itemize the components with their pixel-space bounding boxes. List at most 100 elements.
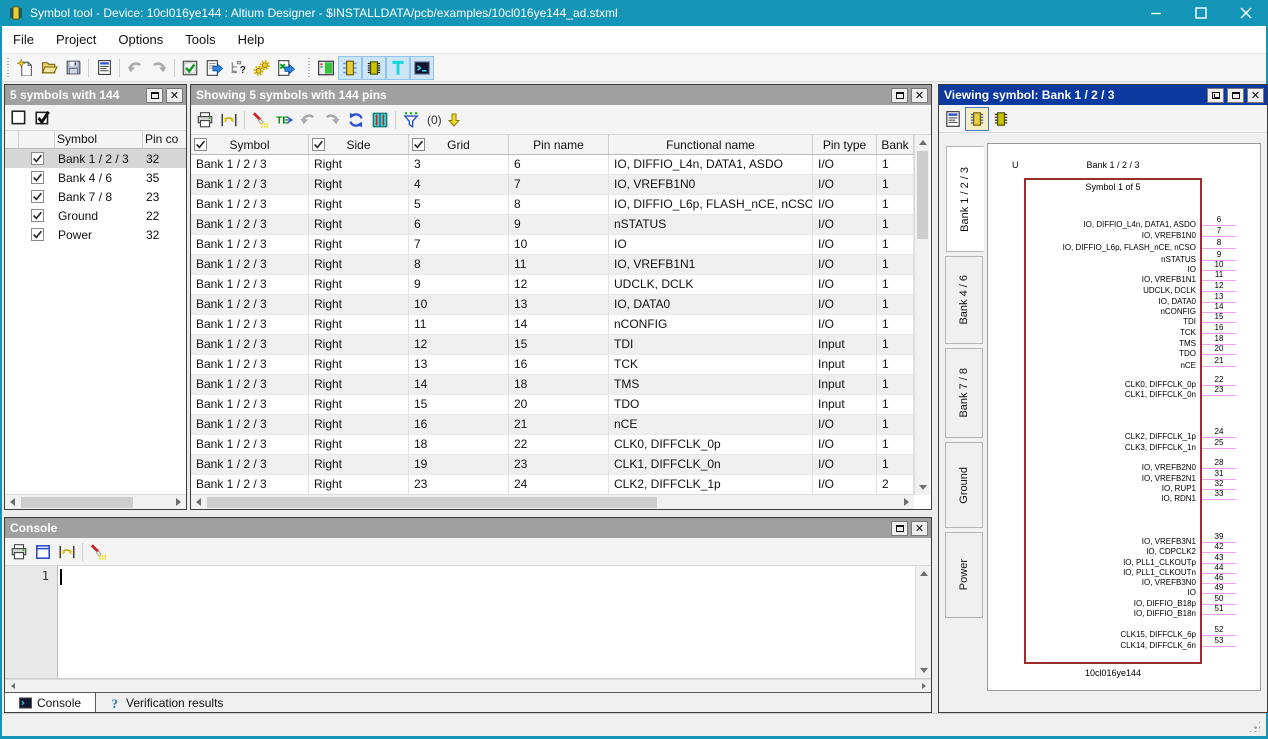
pin-row[interactable]: Bank 1 / 2 / 3Right1114nCONFIGI/O1 (191, 315, 914, 335)
pins-column-pin-type[interactable]: Pin type (813, 135, 877, 154)
viewer-tab-bank-4-6[interactable]: Bank 4 / 6 (945, 256, 983, 344)
menu-options[interactable]: Options (107, 28, 174, 51)
report-list-icon[interactable] (941, 107, 965, 131)
scroll-left-icon[interactable] (5, 680, 20, 692)
menu-file[interactable]: File (2, 28, 45, 51)
scrollbar-thumb[interactable] (917, 151, 928, 239)
maximize-panel-button[interactable] (1227, 88, 1244, 103)
viewer-tab-bank-7-8[interactable]: Bank 7 / 8 (945, 348, 983, 438)
apply-filter-icon[interactable] (446, 108, 462, 132)
maximize-panel-button[interactable] (146, 88, 163, 103)
pins-column-grid[interactable]: Grid (409, 135, 509, 154)
print-icon[interactable] (193, 108, 217, 132)
open-icon[interactable] (37, 56, 61, 80)
popout-panel-button[interactable] (1207, 88, 1224, 103)
menu-help[interactable]: Help (227, 28, 276, 51)
scroll-right-icon[interactable] (171, 495, 186, 510)
console-editor[interactable] (58, 566, 915, 678)
scrollbar-thumb[interactable] (21, 497, 133, 508)
hierarchy-help-icon[interactable]: ? (226, 56, 250, 80)
rearrange-icon[interactable] (368, 108, 392, 132)
pins-hscrollbar[interactable] (191, 494, 914, 509)
pins-column-bank[interactable]: Bank (877, 135, 914, 154)
chip-view-icon[interactable] (362, 56, 386, 80)
symbol-list-row[interactable]: Bank 7 / 823 (5, 187, 186, 206)
scroll-left-icon[interactable] (5, 495, 20, 510)
pins-column-functional-name[interactable]: Functional name (609, 135, 813, 154)
refresh-icon[interactable] (344, 108, 368, 132)
scroll-down-icon[interactable] (916, 663, 931, 678)
pin-row[interactable]: Bank 1 / 2 / 3Right69nSTATUSI/O1 (191, 215, 914, 235)
toolbar-grip[interactable] (5, 58, 10, 78)
pin-row[interactable]: Bank 1 / 2 / 3Right58IO, DIFFIO_L6p, FLA… (191, 195, 914, 215)
symbol-checkbox[interactable] (31, 209, 44, 222)
maximize-button[interactable] (1178, 0, 1223, 26)
symbol-list-row[interactable]: Bank 1 / 2 / 332 (5, 149, 186, 168)
viewer-tab-ground[interactable]: Ground (945, 442, 983, 528)
check-all-icon[interactable] (31, 106, 55, 130)
text-view-icon[interactable] (386, 56, 410, 80)
sweep-icon[interactable] (248, 108, 272, 132)
pin-row[interactable]: Bank 1 / 2 / 3Right1013IO, DATA0I/O1 (191, 295, 914, 315)
pin-row[interactable]: Bank 1 / 2 / 3Right912UDCLK, DCLKI/O1 (191, 275, 914, 295)
fit-columns-icon[interactable] (55, 540, 79, 564)
resize-grip[interactable] (1248, 720, 1260, 732)
pin-row[interactable]: Bank 1 / 2 / 3Right36IO, DIFFIO_L4n, DAT… (191, 155, 914, 175)
uncheck-all-icon[interactable] (7, 106, 31, 130)
minimize-button[interactable] (1133, 0, 1178, 26)
sweep-icon[interactable] (86, 540, 110, 564)
scroll-down-icon[interactable] (915, 480, 930, 495)
redo-icon[interactable] (320, 108, 344, 132)
symbols-column-symbol[interactable]: Symbol (55, 131, 143, 148)
view-chip-icon[interactable] (989, 107, 1013, 131)
close-panel-button[interactable]: ✕ (166, 88, 183, 103)
close-panel-button[interactable]: ✕ (911, 521, 928, 536)
pin-row[interactable]: Bank 1 / 2 / 3Right1621nCEI/O1 (191, 415, 914, 435)
menu-project[interactable]: Project (45, 28, 107, 51)
column-checkbox[interactable] (412, 138, 425, 151)
pin-row[interactable]: Bank 1 / 2 / 3Right1418TMSInput1 (191, 375, 914, 395)
pins-column-pin-name[interactable]: Pin name (509, 135, 609, 154)
export-icon[interactable] (202, 56, 226, 80)
menu-tools[interactable]: Tools (174, 28, 226, 51)
view-symbol-icon[interactable] (965, 107, 989, 131)
symbol-checkbox[interactable] (31, 190, 44, 203)
pin-row[interactable]: Bank 1 / 2 / 3Right1215TDIInput1 (191, 335, 914, 355)
symbol-list-row[interactable]: Ground22 (5, 206, 186, 225)
verify-icon[interactable] (178, 56, 202, 80)
close-button[interactable] (1223, 0, 1268, 26)
fit-columns-icon[interactable] (217, 108, 241, 132)
console-hscrollbar[interactable] (5, 679, 931, 692)
pin-row[interactable]: Bank 1 / 2 / 3Right47IO, VREFB1N0I/O1 (191, 175, 914, 195)
pin-row[interactable]: Bank 1 / 2 / 3Right1822CLK0, DIFFCLK_0pI… (191, 435, 914, 455)
tab-console[interactable]: Console (4, 693, 96, 712)
panels-icon[interactable] (314, 56, 338, 80)
column-checkbox[interactable] (312, 138, 325, 151)
pins-column-side[interactable]: Side (309, 135, 409, 154)
close-panel-button[interactable]: ✕ (911, 88, 928, 103)
tab-verification-results[interactable]: ?Verification results (96, 693, 237, 712)
undo-icon[interactable] (296, 108, 320, 132)
symbol-tool-icon[interactable] (338, 56, 362, 80)
console-vscrollbar[interactable] (915, 566, 931, 678)
scrollbar-thumb[interactable] (207, 497, 657, 508)
pin-row[interactable]: Bank 1 / 2 / 3Right1520TDOInput1 (191, 395, 914, 415)
symbols-hscrollbar[interactable] (5, 494, 186, 509)
pin-row[interactable]: Bank 1 / 2 / 3Right1316TCKInput1 (191, 355, 914, 375)
symbol-checkbox[interactable] (31, 171, 44, 184)
pins-vscrollbar[interactable] (914, 135, 930, 495)
scroll-up-icon[interactable] (915, 135, 930, 150)
pin-row[interactable]: Bank 1 / 2 / 3Right811IO, VREFB1N1I/O1 (191, 255, 914, 275)
console-view-icon[interactable] (410, 56, 434, 80)
new-document-icon[interactable] (13, 56, 37, 80)
report-icon[interactable] (92, 56, 116, 80)
redo-icon[interactable] (147, 56, 171, 80)
symbol-checkbox[interactable] (31, 228, 44, 241)
symbol-list-row[interactable]: Bank 4 / 635 (5, 168, 186, 187)
save-icon[interactable] (61, 56, 85, 80)
pins-column-symbol[interactable]: Symbol (191, 135, 309, 154)
symbols-column-pincount[interactable]: Pin co (143, 131, 186, 148)
column-checkbox[interactable] (194, 138, 207, 151)
settings-gears-icon[interactable] (250, 56, 274, 80)
viewer-tab-power[interactable]: Power (945, 532, 983, 618)
